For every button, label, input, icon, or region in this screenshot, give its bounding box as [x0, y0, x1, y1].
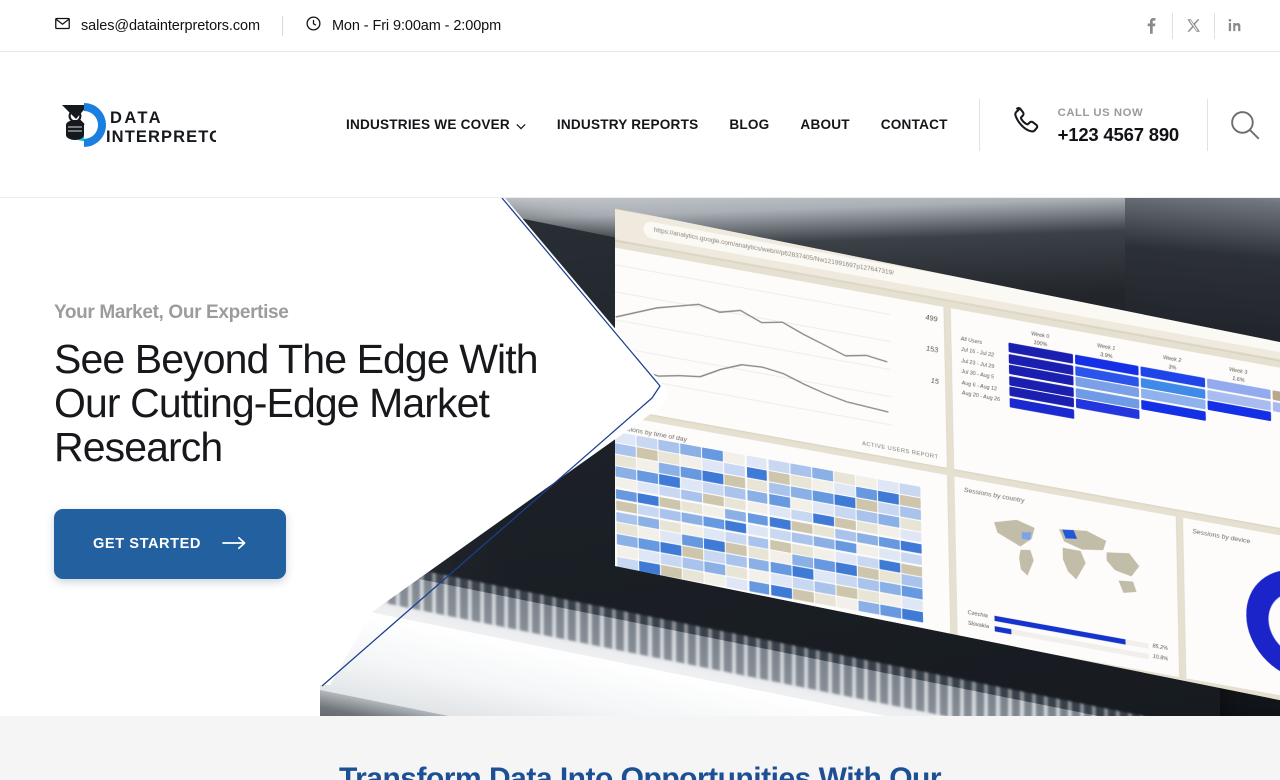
clock-icon	[305, 15, 322, 36]
call-text: CALL US NOW +123 4567 890	[1057, 103, 1180, 146]
top-bar-email[interactable]: sales@datainterpretors.com	[54, 15, 260, 36]
country-label: Czechia	[967, 609, 988, 620]
top-bar-hours-text: Mon - Fri 9:00am - 2:00pm	[331, 17, 502, 34]
nav-label: INDUSTRY REPORTS	[556, 117, 699, 132]
nav-label: INDUSTRIES WE COVER	[346, 117, 510, 132]
card-link-active-users[interactable]: ACTIVE USERS REPORT	[862, 441, 938, 461]
phone-icon	[1010, 105, 1043, 143]
hero-eyebrow: Your Market, Our Expertise	[54, 302, 289, 323]
country-value: 10.8%	[1152, 653, 1169, 663]
top-bar-contact-group: sales@datainterpretors.com Mon - Fri 9:0…	[54, 15, 501, 36]
linkedin-icon[interactable]	[1214, 12, 1256, 39]
country-value: 85.2%	[1152, 643, 1168, 653]
hero-title: See Beyond The Edge With Our Cutting-Edg…	[54, 336, 539, 471]
metric-daily: 15	[930, 377, 940, 387]
section-title: Transform Data Into Opportunities With O…	[338, 762, 942, 780]
donut-chart	[1245, 561, 1280, 690]
x-twitter-icon[interactable]	[1172, 12, 1214, 39]
call-label: CALL US NOW	[1057, 107, 1144, 120]
header-right-group: CALL US NOW +123 4567 890	[978, 97, 1280, 153]
envelope-icon	[54, 15, 71, 36]
nav-item-industries-we-cover[interactable]: INDUSTRIES WE COVER	[346, 117, 526, 133]
section-transform-data: Transform Data Into Opportunities With O…	[0, 716, 1280, 780]
svg-text:DATA: DATA	[110, 109, 163, 127]
nav-item-about[interactable]: ABOUT	[800, 117, 849, 132]
chevron-down-icon	[516, 118, 526, 133]
svg-text:INTERPRETORS: INTERPRETORS	[106, 128, 216, 146]
facebook-icon[interactable]	[1130, 13, 1172, 39]
call-number: +123 4567 890	[1057, 124, 1180, 146]
call-us-block[interactable]: CALL US NOW +123 4567 890	[980, 103, 1207, 146]
hero-content: Your Market, Our Expertise See Beyond Th…	[0, 198, 560, 580]
hero-section: https://analytics.google.com/analytics/w…	[0, 198, 1280, 716]
nav-item-blog[interactable]: BLOG	[729, 117, 769, 132]
nav-item-contact[interactable]: CONTACT	[881, 117, 948, 132]
nav-item-industry-reports[interactable]: INDUSTRY REPORTS	[557, 117, 698, 132]
top-bar-hours: Mon - Fri 9:00am - 2:00pm	[305, 15, 501, 36]
metric-total: 499	[925, 314, 938, 324]
card-title-device: Sessions by device	[1192, 527, 1251, 546]
main-navigation: INDUSTRIES WE COVER INDUSTRY REPORTS BLO…	[346, 117, 948, 133]
country-label: Slovakia	[967, 620, 990, 631]
nav-label: ABOUT	[800, 117, 850, 132]
top-bar: sales@datainterpretors.com Mon - Fri 9:0…	[0, 0, 1280, 52]
nav-label: CONTACT	[880, 117, 948, 132]
logo-mark: DATA INTERPRETORS	[62, 102, 216, 147]
metric-weekly: 153	[926, 345, 939, 355]
arrow-right-icon	[222, 536, 247, 553]
get-started-label: GET STARTED	[93, 536, 201, 553]
top-bar-divider	[281, 15, 283, 36]
get-started-button[interactable]: GET STARTED	[54, 509, 286, 580]
world-map	[965, 499, 1167, 610]
social-links	[1130, 12, 1256, 39]
site-header: DATA INTERPRETORS INDUSTRIES WE COVER IN…	[0, 52, 1280, 198]
nav-label: BLOG	[729, 117, 770, 132]
site-logo[interactable]: DATA INTERPRETORS	[54, 97, 304, 153]
top-bar-email-text: sales@datainterpretors.com	[81, 17, 260, 34]
search-icon[interactable]	[1208, 108, 1280, 141]
